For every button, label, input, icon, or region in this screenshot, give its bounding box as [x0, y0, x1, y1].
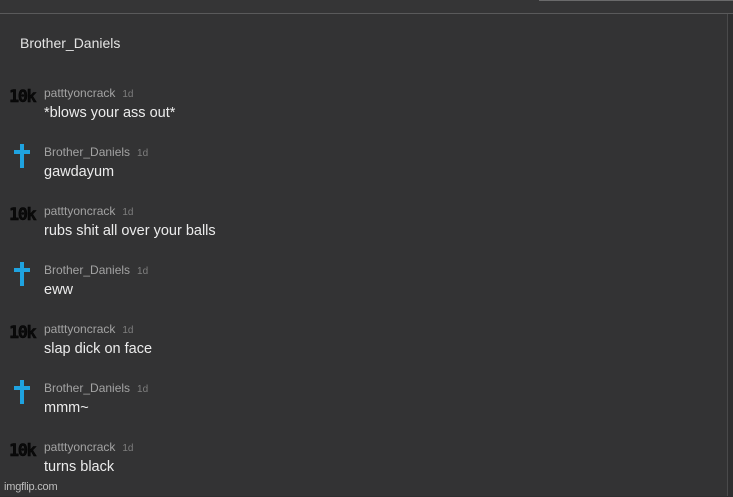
comment-meta: patttyoncrack 1d	[44, 440, 134, 454]
thread-title: Brother_Daniels	[20, 35, 121, 51]
comment-text: slap dick on face	[44, 341, 153, 357]
top-bar	[0, 0, 733, 14]
comment-item: 10k patttyoncrack 1d turns black	[0, 438, 727, 497]
watermark: imgflip.com	[4, 481, 58, 493]
10k-icon[interactable]: 10k	[9, 205, 37, 225]
comment-timestamp: 1d	[122, 89, 134, 100]
comment-item: 10k patttyoncrack 1d *blows your ass out*	[0, 84, 727, 143]
cross-icon[interactable]	[14, 144, 30, 168]
comment-author[interactable]: patttyoncrack	[44, 204, 115, 218]
comment-item: 10k patttyoncrack 1d slap dick on face	[0, 320, 727, 379]
comment-text: rubs shit all over your balls	[44, 223, 216, 239]
comment-thread-panel: Brother_Daniels 10k patttyoncrack 1d *blo…	[0, 14, 728, 496]
comment-meta: patttyoncrack 1d	[44, 204, 134, 218]
comment-author[interactable]: patttyoncrack	[44, 322, 115, 336]
comment-item: Brother_Daniels 1d gawdayum	[0, 143, 727, 202]
comment-author[interactable]: Brother_Daniels	[44, 145, 130, 159]
comment-item: 10k patttyoncrack 1d rubs shit all over y…	[0, 202, 727, 261]
comment-meta: Brother_Daniels 1d	[44, 263, 148, 277]
comment-meta: patttyoncrack 1d	[44, 86, 134, 100]
comment-text: *blows your ass out*	[44, 105, 176, 121]
comment-text: mmm~	[44, 400, 89, 416]
10k-icon[interactable]: 10k	[9, 441, 37, 461]
comment-timestamp: 1d	[122, 325, 134, 336]
search-field[interactable]	[539, 0, 733, 1]
comment-meta: patttyoncrack 1d	[44, 322, 134, 336]
comment-author[interactable]: patttyoncrack	[44, 86, 115, 100]
cross-icon[interactable]	[14, 380, 30, 404]
comment-meta: Brother_Daniels 1d	[44, 145, 148, 159]
comment-timestamp: 1d	[122, 207, 134, 218]
comment-author[interactable]: Brother_Daniels	[44, 263, 130, 277]
comment-item: Brother_Daniels 1d mmm~	[0, 379, 727, 438]
comment-text: eww	[44, 282, 74, 298]
comment-author[interactable]: Brother_Daniels	[44, 381, 130, 395]
comment-timestamp: 1d	[137, 384, 149, 395]
comment-item: Brother_Daniels 1d eww	[0, 261, 727, 320]
comment-timestamp: 1d	[137, 148, 149, 159]
comment-timestamp: 1d	[122, 443, 134, 454]
comment-timestamp: 1d	[137, 266, 149, 277]
comment-meta: Brother_Daniels 1d	[44, 381, 148, 395]
10k-icon[interactable]: 10k	[9, 323, 37, 343]
cross-icon[interactable]	[14, 262, 30, 286]
comment-text: turns black	[44, 459, 115, 475]
comment-author[interactable]: patttyoncrack	[44, 440, 115, 454]
comment-text: gawdayum	[44, 164, 115, 180]
10k-icon[interactable]: 10k	[9, 87, 37, 107]
comment-list: 10k patttyoncrack 1d *blows your ass out*…	[0, 84, 727, 497]
